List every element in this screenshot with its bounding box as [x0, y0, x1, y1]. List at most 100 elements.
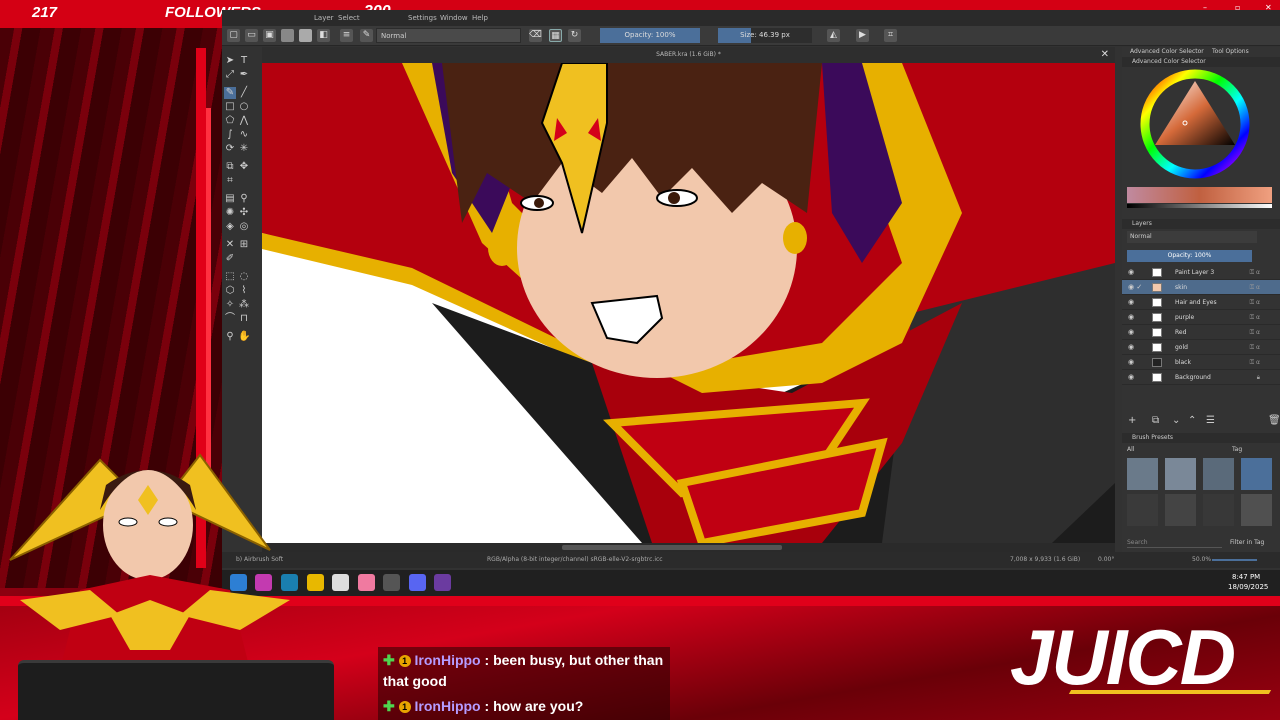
gradient-tool-icon[interactable]: ▤: [224, 193, 236, 205]
smart-patch-icon[interactable]: ✺: [224, 207, 236, 219]
layer-item[interactable]: ◉ ✓ skin ⚿ α: [1122, 280, 1280, 295]
freehand-path-icon[interactable]: ∿: [238, 129, 250, 141]
rectangle-tool-icon[interactable]: □: [224, 101, 236, 113]
layer-lock-icon[interactable]: ⚿ α: [1250, 340, 1260, 355]
preserve-alpha-icon[interactable]: ▦: [549, 29, 562, 42]
brush-filter-select[interactable]: All: [1127, 445, 1222, 455]
layer-lock-icon[interactable]: ⚿ α: [1250, 295, 1260, 310]
wrap-around-icon[interactable]: ⌗: [884, 29, 897, 42]
measure-tool-icon[interactable]: ✕: [224, 239, 236, 251]
save-icon[interactable]: ▣: [263, 29, 276, 42]
size-slider[interactable]: Size: 46.39 px: [718, 28, 812, 43]
value-slider[interactable]: [1127, 204, 1272, 208]
open-document-icon[interactable]: ▭: [245, 29, 258, 42]
store-icon[interactable]: [332, 574, 349, 591]
menu-settings[interactable]: Settings: [408, 14, 437, 22]
horizontal-scrollbar[interactable]: [262, 543, 1115, 552]
pattern-icon[interactable]: [281, 29, 294, 42]
visibility-eye-icon[interactable]: ◉: [1128, 310, 1134, 325]
assistant-tool-icon[interactable]: ✣: [238, 207, 250, 219]
filter-in-tag-checkbox[interactable]: Filter in Tag: [1230, 538, 1280, 548]
similar-select-icon[interactable]: ⁂: [238, 299, 250, 311]
mirror-vertical-icon[interactable]: ▶: [856, 29, 869, 42]
brush-preset-icon[interactable]: ✎: [360, 29, 373, 42]
multibrush-icon[interactable]: ✳: [238, 143, 250, 155]
polygon-tool-icon[interactable]: ⬠: [224, 115, 236, 127]
reference-tool-icon[interactable]: ⊞: [238, 239, 250, 251]
enclose-fill-icon[interactable]: ◎: [238, 221, 250, 233]
layer-blend-select[interactable]: Normal: [1127, 231, 1257, 243]
color-history-strip[interactable]: [1127, 187, 1272, 203]
pan-pin-icon[interactable]: ✐: [224, 253, 236, 265]
freehand-brush-icon[interactable]: ✎: [224, 87, 236, 99]
layer-item[interactable]: ◉ Background 🔒︎: [1122, 370, 1280, 385]
mirror-horizontal-icon[interactable]: ◭: [827, 29, 840, 42]
visibility-eye-icon[interactable]: ◉: [1128, 325, 1134, 340]
ellipse-tool-icon[interactable]: ○: [238, 101, 250, 113]
zoom-slider[interactable]: [1212, 559, 1257, 561]
brush-preset[interactable]: [1241, 458, 1272, 490]
menu-help[interactable]: Help: [472, 14, 488, 22]
brush-preset[interactable]: [1165, 494, 1196, 526]
layer-item[interactable]: ◉ Paint Layer 3 ⚿ α: [1122, 265, 1280, 280]
color-picker-icon[interactable]: ⚲: [238, 193, 250, 205]
move-down-icon[interactable]: ⌄: [1172, 415, 1180, 426]
layer-lock-icon[interactable]: ⚿ α: [1250, 280, 1260, 295]
duplicate-layer-icon[interactable]: ⧉: [1152, 415, 1159, 426]
pan-tool-icon[interactable]: ✋: [238, 331, 250, 343]
brush-preset[interactable]: [1203, 494, 1234, 526]
brush-settings-icon[interactable]: ≡: [340, 29, 353, 42]
scrollbar-thumb[interactable]: [562, 545, 782, 550]
bezier-tool-icon[interactable]: ∫: [224, 129, 236, 141]
opacity-slider[interactable]: Opacity: 100%: [600, 28, 700, 43]
visibility-eye-icon[interactable]: ◉ ✓: [1128, 280, 1142, 295]
polygon-select-icon[interactable]: ⬡: [224, 285, 236, 297]
brush-preset[interactable]: [1241, 494, 1272, 526]
outline-select-icon[interactable]: ⌇: [238, 285, 250, 297]
visibility-eye-icon[interactable]: ◉: [1128, 355, 1134, 370]
move-tool-icon[interactable]: ✥: [238, 161, 250, 173]
brush-tag-button[interactable]: Tag: [1232, 445, 1262, 455]
edit-shapes-icon[interactable]: ⤢: [224, 69, 236, 81]
brush-preset[interactable]: [1127, 494, 1158, 526]
brush-search-input[interactable]: Search: [1127, 538, 1222, 548]
brush-preset[interactable]: [1203, 458, 1234, 490]
transform-tool-icon[interactable]: ⧉: [224, 161, 236, 173]
document-tab[interactable]: SABER.kra (1.6 GiB) * ✕: [262, 47, 1115, 63]
layer-lock-icon[interactable]: ⚿ α: [1250, 265, 1260, 280]
menu-select[interactable]: Select: [338, 14, 360, 22]
new-document-icon[interactable]: ▢: [227, 29, 240, 42]
layer-lock-icon[interactable]: ⚿ α: [1250, 355, 1260, 370]
delete-layer-icon[interactable]: 🗑︎: [1268, 415, 1280, 426]
bezier-select-icon[interactable]: ⌒: [224, 313, 236, 325]
brush-preset[interactable]: [1165, 458, 1196, 490]
visibility-eye-icon[interactable]: ◉: [1128, 370, 1134, 385]
visibility-eye-icon[interactable]: ◉: [1128, 295, 1134, 310]
discord-icon[interactable]: [409, 574, 426, 591]
layer-item[interactable]: ◉ Red ⚿ α: [1122, 325, 1280, 340]
blend-mode-select[interactable]: Normal: [376, 28, 521, 43]
docker-tab-tool-options[interactable]: Tool Options: [1212, 47, 1272, 57]
app-icon[interactable]: [358, 574, 375, 591]
add-layer-icon[interactable]: +: [1128, 415, 1136, 426]
obs-icon[interactable]: [383, 574, 400, 591]
color-wheel[interactable]: [1140, 69, 1250, 179]
reload-preset-icon[interactable]: ↻: [568, 29, 581, 42]
layer-item[interactable]: ◉ purple ⚿ α: [1122, 310, 1280, 325]
layer-item[interactable]: ◉ gold ⚿ α: [1122, 340, 1280, 355]
gradient-icon[interactable]: [299, 29, 312, 42]
fill-tool-icon[interactable]: ◈: [224, 221, 236, 233]
layer-lock-icon[interactable]: 🔒︎: [1257, 370, 1260, 385]
eraser-icon[interactable]: ⌫: [529, 29, 542, 42]
menu-layer[interactable]: Layer: [314, 14, 334, 22]
magnetic-select-icon[interactable]: ⊓: [238, 313, 250, 325]
polyline-tool-icon[interactable]: ⋀: [238, 115, 250, 127]
krita-icon[interactable]: [434, 574, 451, 591]
select-tool-icon[interactable]: ➤: [224, 55, 236, 67]
layer-item[interactable]: ◉ Hair and Eyes ⚿ α: [1122, 295, 1280, 310]
ellipse-select-icon[interactable]: ◌: [238, 271, 250, 283]
layer-properties-icon[interactable]: ☰: [1206, 415, 1215, 426]
rect-select-icon[interactable]: ⬚: [224, 271, 236, 283]
close-document-icon[interactable]: ✕: [1101, 47, 1109, 63]
layer-item[interactable]: ◉ black ⚿ α: [1122, 355, 1280, 370]
